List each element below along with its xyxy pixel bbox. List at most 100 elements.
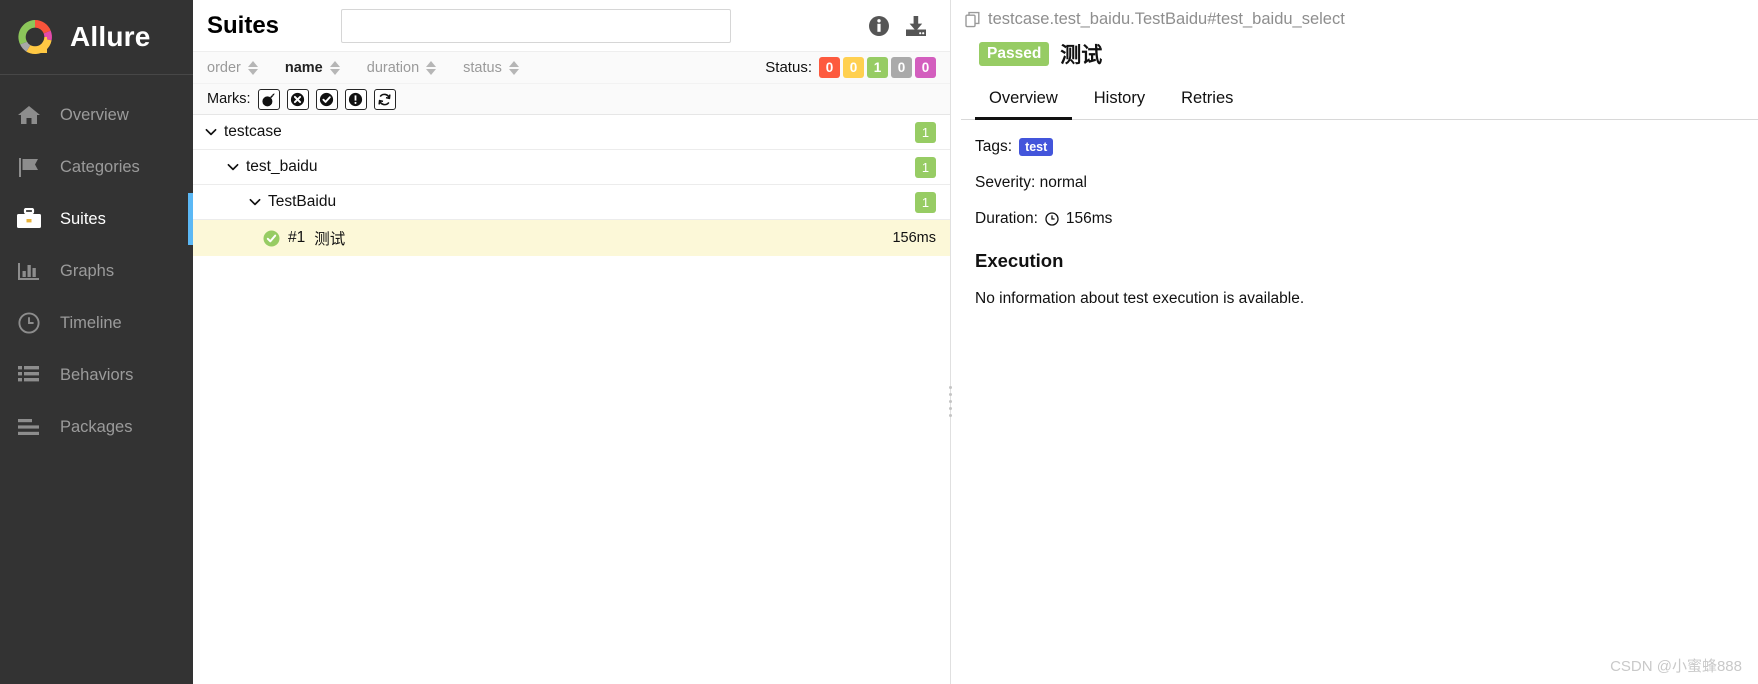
list-icon [14, 362, 44, 388]
sort-arrows-icon [247, 60, 258, 75]
bar-chart-icon [14, 258, 44, 284]
page-title: Suites [207, 11, 280, 39]
briefcase-icon [14, 206, 44, 232]
chevron-down-icon[interactable] [225, 159, 241, 175]
tags-label: Tags: [975, 138, 1013, 155]
detail-body: Tags: test Severity: normal Duration: 15… [961, 120, 1758, 308]
panel-splitter[interactable] [946, 380, 954, 422]
sort-column-name[interactable]: name [285, 60, 340, 76]
tab-retries[interactable]: Retries [1167, 83, 1247, 120]
sort-column-label: order [207, 59, 241, 76]
duration-label: Duration: [975, 210, 1038, 227]
tree-row-count-badge: 1 [915, 156, 936, 178]
tree-row[interactable]: testcase 1 [193, 115, 950, 150]
sidebar-item-graphs[interactable]: Graphs [0, 245, 193, 297]
sidebar-nav: Overview Categories Suites Graphs Timeli… [0, 75, 193, 453]
passed-check-circle-icon[interactable] [315, 88, 338, 110]
header-icon-group [868, 15, 936, 37]
status-badge-passed[interactable]: 1 [867, 57, 888, 78]
retry-refresh-icon[interactable] [373, 88, 396, 110]
breadcrumb-label: testcase.test_baidu.TestBaidu#test_baidu… [988, 10, 1345, 28]
sort-arrows-icon [508, 60, 519, 75]
execution-section-text: No information about test execution is a… [975, 290, 1305, 307]
breadcrumb[interactable]: testcase.test_baidu.TestBaidu#test_baidu… [965, 10, 1744, 29]
execution-section-title: Execution [975, 250, 1064, 271]
status-badge-unknown[interactable]: 0 [915, 57, 936, 78]
tree-row-count-wrap: 1 [915, 156, 950, 178]
duration-line: Duration: 156ms [975, 210, 1744, 228]
broken-exclamation-circle-icon[interactable] [344, 88, 367, 110]
sort-arrows-icon [329, 60, 340, 75]
download-icon[interactable] [904, 15, 926, 37]
sidebar-item-categories[interactable]: Categories [0, 141, 193, 193]
allure-report-app: Allure Overview Categories Suites Graphs… [0, 0, 1758, 684]
tree-row[interactable]: TestBaidu 1 [193, 185, 950, 220]
copy-icon[interactable] [965, 11, 981, 28]
test-result-duration-wrap: 156ms [892, 230, 950, 246]
tab-overview[interactable]: Overview [975, 83, 1072, 120]
tree-row-count-badge: 1 [915, 121, 936, 143]
tree-row-label: testcase [224, 123, 282, 140]
brand-title: Allure [70, 21, 151, 52]
sidebar-item-label: Overview [60, 105, 129, 124]
sort-bar: order name duration status Status: 0 0 1… [193, 51, 950, 84]
sidebar-item-timeline[interactable]: Timeline [0, 297, 193, 349]
brand[interactable]: Allure [0, 0, 193, 75]
sort-column-order[interactable]: order [207, 60, 258, 76]
sidebar-item-label: Categories [60, 157, 140, 176]
menu-lines-icon [14, 414, 44, 440]
sidebar-item-label: Timeline [60, 313, 122, 332]
tree-row-count-badge: 1 [915, 191, 936, 213]
chevron-down-icon[interactable] [247, 194, 263, 210]
sidebar-item-label: Graphs [60, 261, 115, 280]
tab-history[interactable]: History [1080, 83, 1159, 120]
status-badge: Passed [979, 42, 1050, 66]
marks-label: Marks: [207, 91, 251, 107]
sidebar-item-label: Packages [60, 417, 133, 436]
sidebar-item-packages[interactable]: Packages [0, 401, 193, 453]
sidebar-item-label: Behaviors [60, 365, 134, 384]
sort-arrows-icon [426, 60, 437, 75]
status-filter-group: Status: 0 0 1 0 0 [765, 57, 936, 78]
test-result-name: 测试 [314, 231, 346, 248]
info-icon[interactable] [868, 15, 890, 37]
status-badge-skipped[interactable]: 0 [891, 57, 912, 78]
status-badge-failed[interactable]: 0 [819, 57, 840, 78]
tree-row-count-wrap: 1 [915, 191, 950, 213]
sidebar-item-overview[interactable]: Overview [0, 89, 193, 141]
clock-icon [14, 310, 44, 336]
sidebar: Allure Overview Categories Suites Graphs… [0, 0, 193, 684]
detail-title: 测试 [1060, 44, 1103, 67]
search-input[interactable] [341, 8, 732, 43]
suites-header: Suites [193, 0, 950, 51]
status-label: Status: [765, 59, 812, 76]
sort-column-status[interactable]: status [463, 60, 519, 76]
sidebar-item-label: Suites [60, 209, 106, 228]
marks-bar: Marks: [193, 84, 950, 115]
detail-tabs: Overview History Retries [961, 83, 1758, 120]
sidebar-item-suites[interactable]: Suites [0, 193, 193, 245]
clock-icon [1045, 212, 1059, 226]
flag-icon [14, 154, 44, 180]
sort-column-label: status [463, 59, 502, 76]
test-result-row[interactable]: #1 测试 156ms [193, 220, 950, 256]
detail-header: testcase.test_baidu.TestBaidu#test_baidu… [961, 0, 1758, 69]
chevron-down-icon[interactable] [203, 124, 219, 140]
sort-column-duration[interactable]: duration [366, 59, 437, 76]
sidebar-item-behaviors[interactable]: Behaviors [0, 349, 193, 401]
sort-column-label: duration [366, 59, 420, 76]
tree-row[interactable]: test_baidu 1 [193, 150, 950, 185]
tree-row-label: test_baidu [246, 158, 318, 175]
status-badges: 0 0 1 0 0 [819, 57, 936, 78]
watermark: CSDN @小蜜蜂888 [1610, 658, 1742, 675]
status-badge-broken[interactable]: 0 [843, 57, 864, 78]
test-result-duration: 156ms [892, 230, 936, 246]
test-result-number: #1 [288, 229, 306, 246]
duration-value: 156ms [1065, 210, 1113, 227]
test-detail-panel: testcase.test_baidu.TestBaidu#test_baidu… [951, 0, 1758, 684]
failed-x-circle-icon[interactable] [286, 88, 309, 110]
suites-panel: Suites order name duration status Status… [193, 0, 954, 684]
flaky-bomb-icon[interactable] [257, 88, 280, 110]
tag-chip[interactable]: test [1019, 138, 1054, 156]
suites-tree: testcase 1 test_baidu 1 TestBaidu 1 #1 测… [193, 115, 950, 684]
